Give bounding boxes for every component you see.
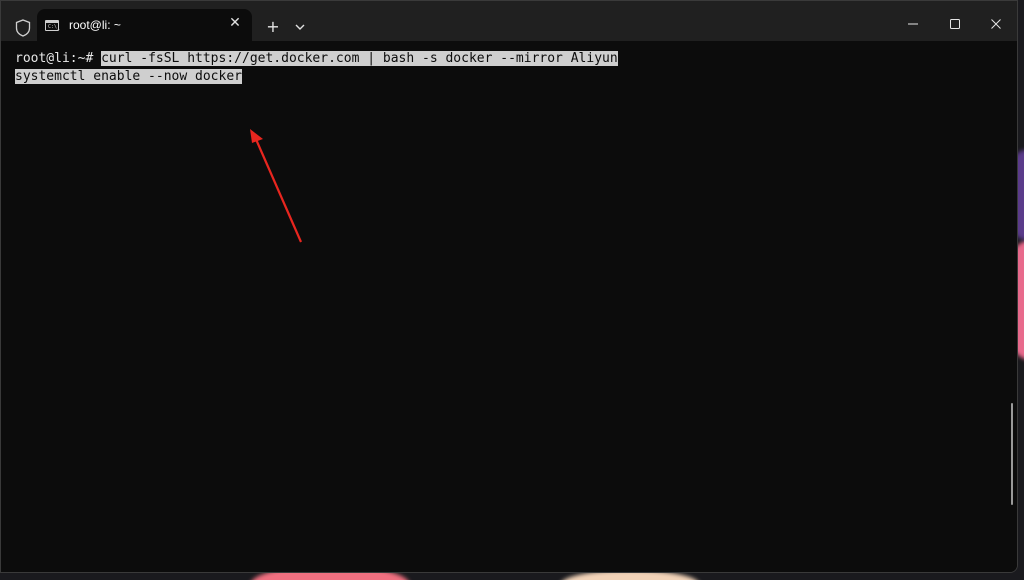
plus-icon[interactable]: +: [263, 17, 283, 37]
tab-title: root@li: ~: [69, 18, 121, 32]
scrollbar[interactable]: [1011, 403, 1013, 505]
close-window-button[interactable]: [976, 11, 1016, 37]
tab-root-li[interactable]: C:\_ root@li: ~ ✕: [37, 9, 252, 41]
terminal-line-1: root@li:~# curl -fsSL https://get.docker…: [15, 50, 618, 68]
maximize-icon: [950, 19, 960, 29]
title-bar[interactable]: C:\_ root@li: ~ ✕ +: [1, 1, 1017, 41]
close-icon: [991, 19, 1001, 29]
chevron-down-icon[interactable]: [290, 17, 310, 37]
maximize-button[interactable]: [935, 11, 975, 37]
shell-prompt: root@li:~#: [15, 51, 94, 66]
minimize-icon: [908, 23, 918, 25]
terminal-icon: C:\_: [45, 20, 60, 31]
terminal-line-2: systemctl enable --now docker: [15, 68, 242, 86]
terminal-output[interactable]: root@li:~# curl -fsSL https://get.docker…: [1, 41, 1017, 572]
annotation-arrow-icon: [250, 129, 303, 243]
shield-icon[interactable]: [15, 19, 31, 37]
terminal-window: C:\_ root@li: ~ ✕ + root@li:~# curl -fsS…: [0, 0, 1018, 573]
selected-command-line-2[interactable]: systemctl enable --now docker: [15, 69, 242, 84]
close-icon[interactable]: ✕: [227, 15, 243, 31]
minimize-button[interactable]: [893, 11, 933, 37]
selected-command-line-1[interactable]: curl -fsSL https://get.docker.com | bash…: [101, 51, 618, 66]
